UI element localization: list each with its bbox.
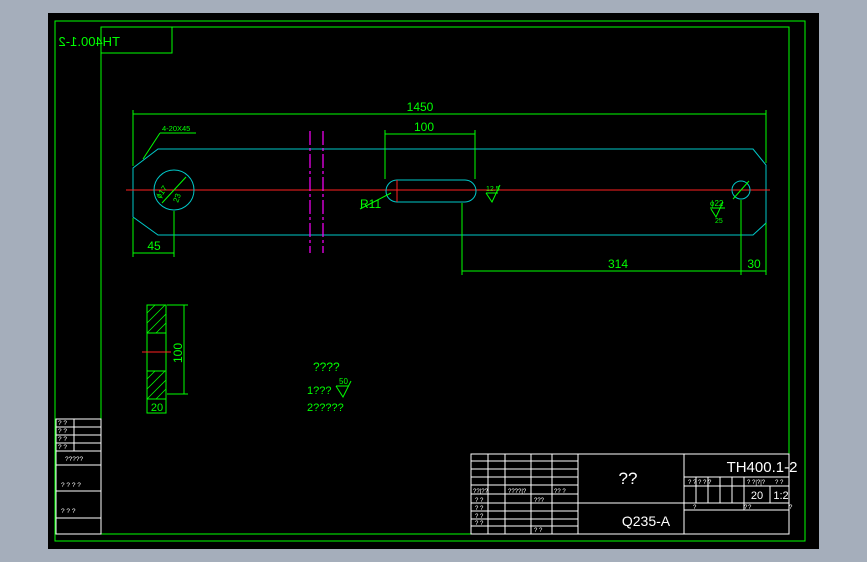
chamfer-leader xyxy=(142,132,161,160)
part-outline xyxy=(132,148,767,236)
tb-header-3: ?? ? xyxy=(554,489,566,495)
tb-row-6: ? ? xyxy=(534,528,543,534)
slot xyxy=(385,179,477,203)
tb-row-5: ? ? xyxy=(475,521,484,527)
tb-stage-label-3: ? ?|?|? xyxy=(747,480,766,486)
section-hatch-top xyxy=(146,304,167,334)
left-offset-dim: 45 xyxy=(147,239,161,253)
overall-length-dim: 1450 xyxy=(407,100,434,114)
tb-header-2: ????|? xyxy=(508,489,527,495)
quantity: 20 xyxy=(751,490,763,502)
right-offset-dim: 30 xyxy=(747,257,761,271)
slot-length-dim: 100 xyxy=(414,120,434,134)
title-block: ??|?? ????|? ?? ? ? ? ??? ? ? ? ? ? ? ? … xyxy=(470,453,798,535)
notes-heading: ???? xyxy=(313,360,340,374)
section-view: 100 20 xyxy=(142,304,188,414)
right-hole-depth: 25 xyxy=(715,218,723,225)
section-height-dim: 100 xyxy=(171,343,185,363)
inner-frame xyxy=(100,26,790,535)
chamfer-label: 4-20X45 xyxy=(162,124,190,133)
cad-drawing: TH400.1-2 ϕ17 23 ϕ22 25 100 R11 4-20X45 … xyxy=(54,20,806,542)
side-row-3: ? ? xyxy=(58,436,67,443)
side-sign-1: ? ? ? ? xyxy=(61,482,81,489)
tb-row-4: ? ? xyxy=(475,514,484,520)
tb-header-1: ??|?? xyxy=(473,489,489,495)
tb-row-3: ? ? xyxy=(475,506,484,512)
left-hole-depth: 23 xyxy=(171,192,183,204)
notes-line2: 2????? xyxy=(307,402,344,414)
drawing-viewport[interactable]: TH400.1-2 ϕ17 23 ϕ22 25 100 R11 4-20X45 … xyxy=(48,13,819,549)
section-width-dim: 20 xyxy=(151,402,163,414)
side-row-4: ? ? xyxy=(58,444,67,451)
side-row-2: ? ? xyxy=(58,428,67,435)
tb-row-1: ? ? xyxy=(475,498,484,504)
tb-stage-labels: ? ? ? ? ? xyxy=(688,480,712,486)
slot-radius-dim: R11 xyxy=(360,197,381,211)
side-row-1: ? ? xyxy=(58,420,67,427)
part-name: ?? xyxy=(619,469,638,488)
tb-row-2: ??? xyxy=(534,498,545,504)
side-sign-2: ? ? ? xyxy=(61,508,76,515)
notes-line1-roughness: 50 xyxy=(339,377,348,386)
scale: 1:2 xyxy=(773,490,788,502)
mirrored-drawing-code: TH400.1-2 xyxy=(59,34,120,49)
tb-bottom-small-3: ? xyxy=(789,505,793,511)
section-outline xyxy=(146,304,167,414)
tb-stage-labels-2: ? ? xyxy=(775,480,784,486)
hole-spacing-dim: 314 xyxy=(608,257,628,271)
drawing-code: TH400.1-2 xyxy=(727,459,798,476)
outer-frame xyxy=(54,20,806,542)
side-row-5: ????? xyxy=(65,456,83,463)
section-hatch-bottom xyxy=(146,370,167,400)
side-table: ? ? ? ? ? ? ? ? ????? ? ? ? ? ? ? ? xyxy=(55,418,102,535)
material: Q235-A xyxy=(622,513,671,529)
technical-notes: ???? 1??? 50 2????? xyxy=(307,360,352,414)
notes-line1: 1??? xyxy=(307,385,331,397)
